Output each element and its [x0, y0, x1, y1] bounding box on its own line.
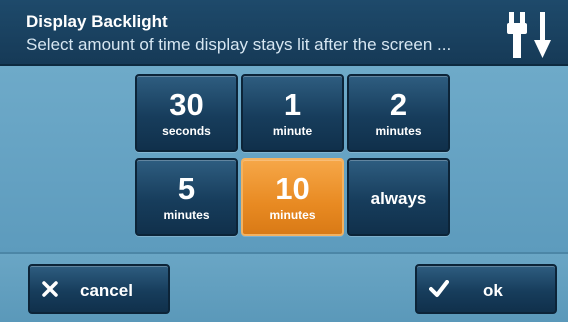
ok-label: ok — [483, 281, 503, 300]
option-unit: minute — [272, 124, 313, 138]
power-plug-icon — [507, 12, 551, 58]
footer-bar: cancel ok — [0, 252, 568, 322]
close-icon — [42, 281, 58, 297]
cancel-button[interactable]: cancel — [28, 264, 170, 314]
option-always[interactable]: always — [347, 158, 450, 236]
page-title: Display Backlight — [26, 12, 168, 31]
option-label: always — [370, 189, 427, 208]
option-unit: minutes — [269, 208, 316, 222]
page-subtitle: Select amount of time display stays lit … — [26, 35, 452, 54]
option-value: 2 — [389, 87, 408, 122]
option-value: 5 — [177, 171, 196, 206]
header-bar: Display Backlight Select amount of time … — [0, 0, 568, 66]
option-5-minutes[interactable]: 5 minutes — [135, 158, 238, 236]
option-value: 1 — [283, 87, 302, 122]
option-2-minutes[interactable]: 2 minutes — [347, 74, 450, 152]
cancel-label: cancel — [80, 281, 133, 300]
backlight-dialog: Display Backlight Select amount of time … — [0, 0, 568, 322]
option-10-minutes[interactable]: 10 minutes — [241, 158, 344, 236]
option-value: 10 — [275, 171, 310, 206]
option-unit: minutes — [163, 208, 210, 222]
options-area: 30 seconds 1 minute 2 minutes 5 minutes … — [0, 66, 568, 252]
checkmark-icon — [429, 280, 449, 297]
option-unit: seconds — [162, 124, 211, 138]
option-unit: minutes — [375, 124, 422, 138]
option-30-seconds[interactable]: 30 seconds — [135, 74, 238, 152]
option-1-minute[interactable]: 1 minute — [241, 74, 344, 152]
option-value: 30 — [169, 87, 204, 122]
ok-button[interactable]: ok — [415, 264, 557, 314]
